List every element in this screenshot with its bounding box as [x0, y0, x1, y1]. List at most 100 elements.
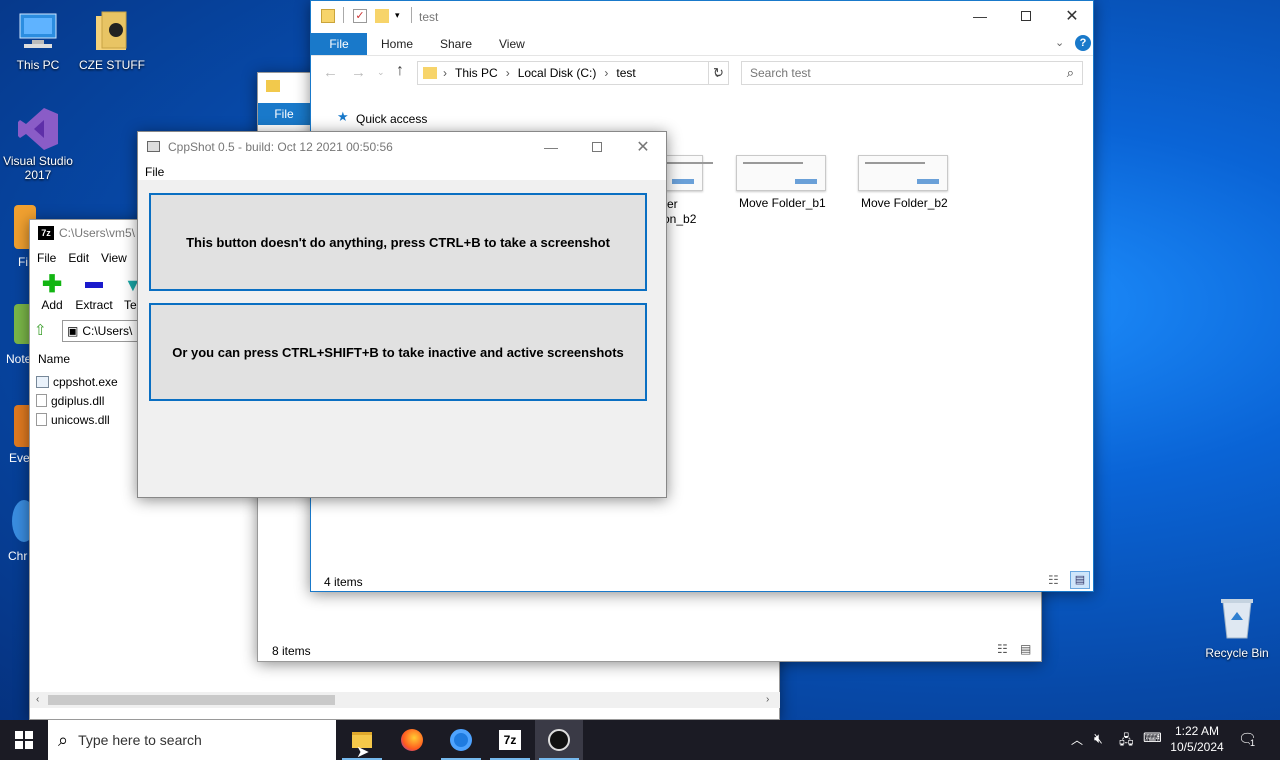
file-thumbnail: [736, 155, 826, 191]
title-bar: CppShot 0.5 - build: Oct 12 2021 00:50:5…: [138, 132, 666, 162]
chrome-icon: [450, 729, 472, 751]
close-button[interactable]: ✕: [1049, 1, 1095, 31]
breadcrumb-local-disk[interactable]: Local Disk (C:): [518, 66, 597, 80]
forward-arrow-icon[interactable]: →: [351, 64, 366, 81]
taskbar: ⌕ Type here to search 7z ➤ ︿ 🔇︎ 🖧︎ ⌨︎ 1:…: [0, 720, 1280, 760]
breadcrumb-test[interactable]: test: [616, 66, 635, 80]
mouse-cursor-icon: ➤: [356, 744, 370, 760]
extract-button[interactable]: Extract: [74, 272, 114, 312]
menu-file[interactable]: File: [37, 248, 56, 268]
qat-dropdown-icon[interactable]: ▾: [395, 10, 400, 21]
breadcrumb-this-pc[interactable]: This PC: [455, 66, 498, 80]
scroll-left-icon[interactable]: ‹: [36, 692, 39, 708]
desktop-icon-label: Visual Studio 2017: [3, 154, 73, 182]
window-title: C:\Users\vm5\: [59, 226, 136, 240]
taskbar-7zip[interactable]: 7z: [486, 720, 534, 760]
cppshot-window: CppShot 0.5 - build: Oct 12 2021 00:50:5…: [137, 131, 667, 498]
desktop-partial-label: Eve: [9, 451, 30, 465]
close-button[interactable]: ✕: [620, 132, 666, 162]
minimize-icon: —: [973, 8, 987, 24]
taskbar-cppshot[interactable]: [535, 720, 583, 760]
column-header-name[interactable]: Name: [38, 352, 70, 366]
folder-icon: [96, 11, 127, 50]
large-icons-view-icon[interactable]: ▤: [1070, 571, 1090, 589]
list-item[interactable]: cppshot.exe: [36, 372, 136, 391]
close-icon: ✕: [1065, 8, 1079, 25]
desktop-partial-label: Chr: [8, 549, 28, 563]
desktop-icon-recycle-bin[interactable]: Recycle Bin: [1199, 596, 1275, 660]
file-list: cppshot.exe gdiplus.dll unicows.dll: [36, 372, 136, 429]
maximize-button[interactable]: [574, 132, 620, 162]
folder-icon: [423, 67, 437, 79]
file-thumbnail: [858, 155, 948, 191]
menu-edit[interactable]: Edit: [68, 248, 89, 268]
maximize-icon: [1021, 11, 1031, 21]
maximize-button[interactable]: [1003, 1, 1049, 31]
start-button[interactable]: [0, 720, 48, 760]
file-item-move-folder-b1[interactable]: Move Folder_b1: [727, 153, 837, 213]
back-arrow-icon[interactable]: ←: [323, 64, 338, 81]
details-view-icon[interactable]: ☷: [997, 642, 1008, 656]
tab-home[interactable]: Home: [381, 33, 413, 55]
recent-locations-icon[interactable]: ⌄: [377, 67, 385, 78]
menu-file[interactable]: File: [145, 165, 164, 179]
address-bar[interactable]: › This PC › Local Disk (C:) › test ⌄: [417, 61, 729, 85]
refresh-button[interactable]: ↻: [708, 61, 729, 85]
notifications-button[interactable]: 🗨︎ 1: [1238, 730, 1258, 748]
star-icon: ★: [337, 109, 349, 124]
taskbar-chrome[interactable]: [437, 720, 485, 760]
exe-file-icon: [36, 375, 49, 388]
list-item[interactable]: unicows.dll: [36, 410, 136, 429]
plus-icon: ✚: [41, 271, 63, 298]
scroll-right-icon[interactable]: ›: [766, 692, 769, 708]
minimize-button[interactable]: —: [528, 132, 574, 162]
menu-view[interactable]: View: [101, 248, 127, 268]
desktop-icon-label: CZE STUFF: [79, 58, 145, 72]
archive-icon: ▣: [67, 324, 79, 338]
up-arrow-icon[interactable]: ↑: [396, 62, 404, 80]
inactive-active-info-button[interactable]: Or you can press CTRL+SHIFT+B to take in…: [149, 303, 647, 401]
input-indicator-icon[interactable]: ⌨︎: [1143, 730, 1162, 746]
taskbar-search-box[interactable]: ⌕ Type here to search: [48, 720, 336, 760]
taskbar-firefox[interactable]: [388, 720, 436, 760]
desktop-icon-this-pc[interactable]: This PC: [0, 10, 76, 72]
path-input[interactable]: ▣ C:\Users\: [62, 320, 142, 342]
add-label: Add: [41, 298, 63, 312]
app-window-icon: [147, 141, 160, 152]
up-folder-icon[interactable]: ⇧: [34, 322, 52, 340]
clock[interactable]: 1:22 AM 10/5/2024: [1168, 723, 1226, 755]
details-view-icon[interactable]: ☷: [1048, 573, 1059, 587]
folder-icon: [321, 9, 335, 23]
file-name: unicows.dll: [51, 412, 110, 427]
desktop-icon-cze-stuff[interactable]: CZE STUFF: [74, 10, 150, 72]
cppshot-icon: [548, 729, 570, 751]
breadcrumb-chevron-icon: ›: [443, 66, 447, 80]
desktop-icon-visual-studio[interactable]: Visual Studio 2017: [0, 106, 76, 182]
tab-share[interactable]: Share: [440, 33, 472, 55]
add-button[interactable]: ✚ Add: [36, 271, 68, 313]
new-folder-icon[interactable]: [375, 9, 389, 23]
show-hidden-icons-icon[interactable]: ︿: [1071, 731, 1083, 748]
horizontal-scrollbar[interactable]: ‹ ›: [30, 692, 780, 708]
screenshot-info-button[interactable]: This button doesn't do anything, press C…: [149, 193, 647, 291]
volume-muted-icon[interactable]: 🔇︎: [1094, 730, 1103, 747]
quick-access-label[interactable]: Quick access: [356, 112, 427, 126]
list-item[interactable]: gdiplus.dll: [36, 391, 136, 410]
tab-view[interactable]: View: [499, 33, 525, 55]
search-field[interactable]: Search test ⌕: [741, 61, 1083, 85]
network-icon[interactable]: 🖧︎: [1119, 731, 1134, 753]
close-icon: ✕: [636, 139, 650, 156]
scrollbar-thumb[interactable]: [48, 695, 335, 705]
maximize-icon: [592, 142, 602, 152]
help-icon[interactable]: ?: [1075, 35, 1091, 51]
properties-icon[interactable]: ✓: [353, 9, 367, 23]
tab-file[interactable]: File: [258, 103, 310, 125]
file-item-move-folder-b2[interactable]: Move Folder_b2: [849, 153, 959, 213]
minimize-button[interactable]: —: [957, 1, 1003, 31]
7zip-icon: 7z: [499, 730, 521, 750]
notification-count: 1: [1250, 738, 1256, 748]
expand-ribbon-icon[interactable]: ⌄: [1055, 36, 1064, 49]
desktop-icon-label: This PC: [16, 58, 60, 72]
large-icons-view-icon[interactable]: ▤: [1020, 642, 1031, 656]
tab-file[interactable]: File: [311, 33, 367, 55]
